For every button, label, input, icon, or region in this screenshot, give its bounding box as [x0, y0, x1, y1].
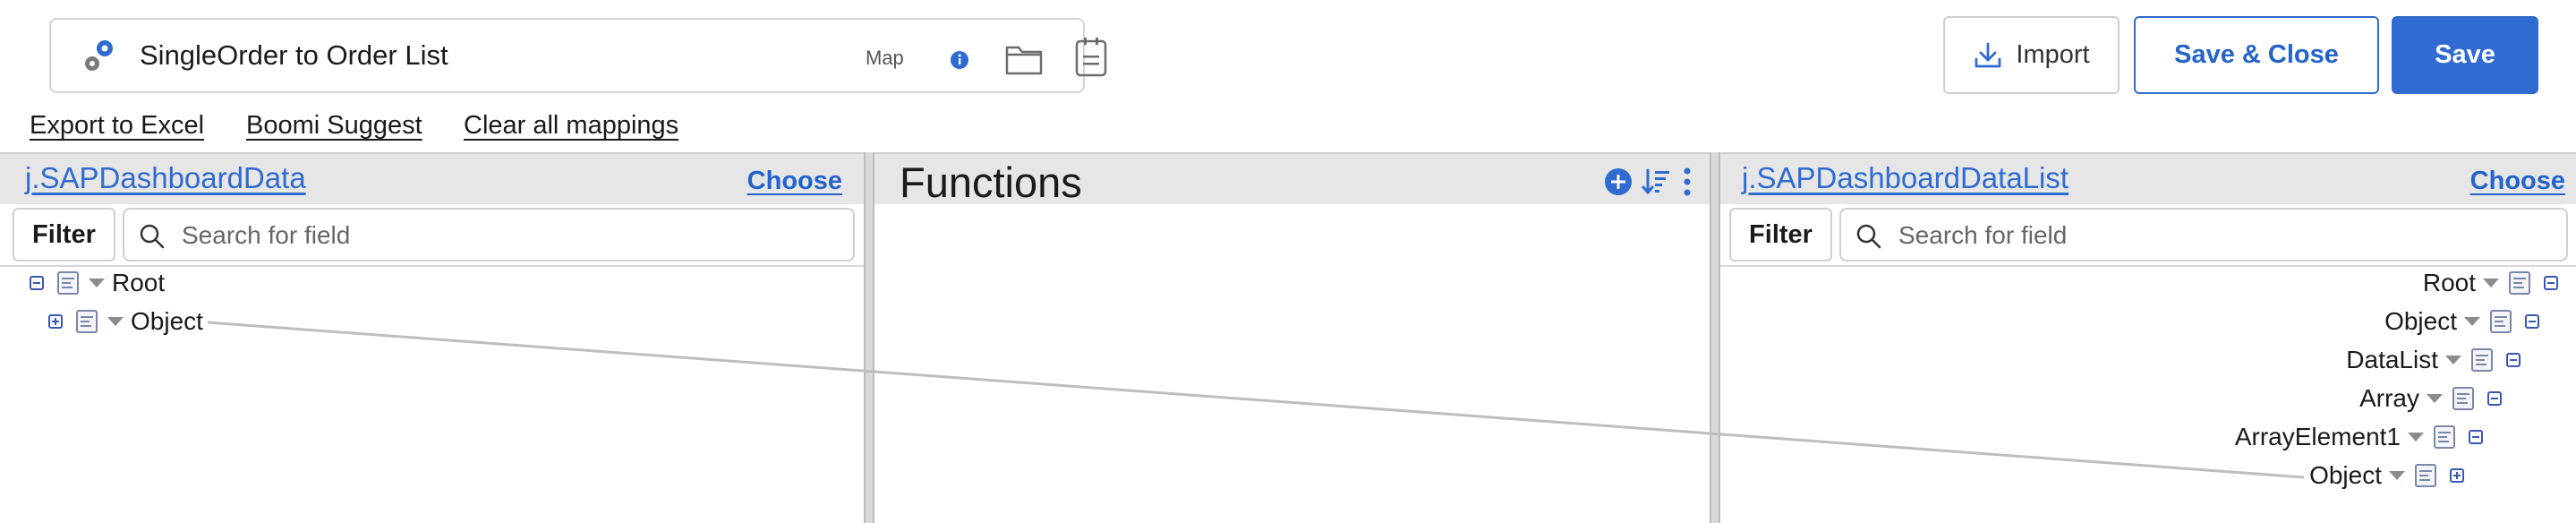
chevron-down-icon[interactable]: [89, 279, 105, 287]
element-icon: [2415, 464, 2436, 487]
gears-icon: [85, 40, 113, 71]
node-label: Root: [112, 269, 166, 296]
map-title-box: SingleOrder to Order List Map: [49, 18, 1107, 93]
destination-search-input[interactable]: [1897, 215, 2554, 256]
element-icon: [2434, 425, 2455, 449]
node-label: ArrayElement1: [2234, 423, 2401, 450]
collapse-icon[interactable]: [2506, 353, 2521, 367]
expand-icon[interactable]: [2450, 468, 2464, 483]
node-label: Object: [2384, 307, 2457, 335]
chevron-down-icon[interactable]: [2483, 279, 2499, 287]
import-label: Import: [2016, 40, 2090, 69]
map-name: SingleOrder to Order List: [140, 39, 448, 71]
chevron-down-icon[interactable]: [2427, 394, 2443, 403]
functions-panel-header: Functions: [874, 152, 1710, 206]
destination-node-object-leaf[interactable]: Object: [2302, 458, 2464, 493]
element-icon: [2471, 348, 2493, 372]
source-profile-link[interactable]: j.SAPDashboardData: [25, 161, 306, 195]
node-label: Object: [131, 307, 203, 335]
node-label: DataList: [2346, 346, 2438, 373]
source-panel: j.SAPDashboardData Choose Filter Root Ob…: [0, 152, 864, 523]
destination-node-datalist[interactable]: DataList: [2339, 342, 2521, 378]
plus-circle-icon[interactable]: [1604, 167, 1633, 196]
element-icon: [2452, 387, 2474, 410]
destination-profile-link[interactable]: j.SAPDashboardDataList: [1742, 161, 2068, 195]
source-panel-header: j.SAPDashboardData Choose: [0, 152, 864, 204]
functions-toolbar: [1604, 167, 1693, 197]
element-icon: [2490, 310, 2512, 333]
destination-filter-button[interactable]: Filter: [1729, 208, 1832, 262]
panel-resize-handle-right[interactable]: [1710, 152, 1720, 523]
sort-icon[interactable]: [1642, 167, 1672, 197]
destination-node-object[interactable]: Object: [2377, 304, 2539, 339]
panel-resize-handle-left[interactable]: [864, 152, 874, 523]
map-type-label: Map: [866, 47, 904, 69]
destination-panel-header: j.SAPDashboardDataList Choose: [1720, 152, 2576, 204]
folder-icon[interactable]: [1004, 41, 1044, 77]
chevron-down-icon[interactable]: [2389, 471, 2405, 480]
element-icon: [57, 271, 79, 295]
clipboard-icon[interactable]: [1073, 36, 1109, 79]
boomi-suggest-link[interactable]: Boomi Suggest: [246, 111, 422, 141]
destination-node-root[interactable]: Root: [2416, 265, 2558, 301]
node-label: Array: [2359, 384, 2419, 412]
kebab-icon[interactable]: [1681, 167, 1693, 197]
element-icon: [2509, 271, 2530, 295]
collapse-icon[interactable]: [2544, 276, 2558, 290]
functions-title: Functions: [900, 159, 1082, 206]
import-button[interactable]: Import: [1943, 16, 2120, 94]
destination-panel: j.SAPDashboardDataList Choose Filter Roo…: [1720, 152, 2576, 523]
download-icon: [1975, 42, 2001, 67]
functions-panel: Functions: [874, 152, 1710, 523]
search-icon: [1856, 224, 1881, 249]
collapse-icon[interactable]: [2525, 314, 2539, 329]
destination-node-array[interactable]: Array: [2352, 381, 2502, 416]
chevron-down-icon[interactable]: [107, 317, 124, 326]
destination-choose-link[interactable]: Choose: [2470, 167, 2565, 196]
save-close-button[interactable]: Save & Close: [2134, 16, 2379, 94]
info-icon[interactable]: [950, 50, 969, 70]
chevron-down-icon[interactable]: [2408, 433, 2424, 442]
node-label: Object: [2309, 461, 2382, 489]
source-filter-button[interactable]: Filter: [13, 208, 115, 262]
source-search-box: [123, 208, 855, 262]
export-to-excel-link[interactable]: Export to Excel: [30, 111, 204, 141]
clear-mappings-link[interactable]: Clear all mappings: [464, 111, 678, 141]
collapse-icon[interactable]: [2487, 391, 2502, 406]
chevron-down-icon[interactable]: [2464, 317, 2480, 326]
source-node-object[interactable]: Object: [48, 304, 210, 339]
destination-node-arrayelement1[interactable]: ArrayElement1: [2228, 419, 2483, 455]
source-node-root[interactable]: Root: [30, 265, 172, 301]
search-icon: [140, 224, 165, 249]
save-button[interactable]: Save: [2392, 16, 2538, 94]
expand-icon[interactable]: [48, 314, 63, 329]
element-icon: [76, 310, 98, 333]
node-label: Root: [2422, 269, 2476, 296]
chevron-down-icon[interactable]: [2445, 356, 2461, 364]
source-choose-link[interactable]: Choose: [747, 167, 842, 196]
collapse-icon[interactable]: [30, 276, 44, 290]
destination-search-box: [1839, 208, 2568, 262]
source-search-input[interactable]: [180, 215, 840, 256]
collapse-icon[interactable]: [2469, 430, 2483, 444]
